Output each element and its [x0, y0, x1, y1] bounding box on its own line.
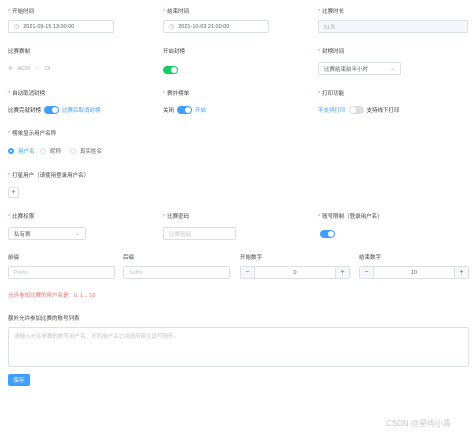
rank-list-label: * 赛外榜单 — [163, 91, 190, 97]
open-board-label: 开启封榜 — [163, 49, 186, 55]
print-toggle[interactable] — [348, 106, 364, 114]
add-star-user-button[interactable]: + — [8, 187, 19, 198]
extra-accounts-label: 额外允许参加比赛的账号列表 — [8, 316, 80, 322]
open-board-toggle[interactable] — [163, 66, 178, 74]
auth-label: * 比赛权限 — [8, 214, 35, 220]
end-num-label: 结束数字 — [359, 255, 382, 261]
radio-nickname[interactable]: 昵称 — [40, 147, 61, 155]
auto-release-label: * 自动取消封榜 — [8, 91, 46, 97]
save-button[interactable]: 保存 — [8, 374, 30, 386]
radio-realname[interactable]: 真实姓名 — [70, 147, 102, 155]
print-label: * 打印功能 — [318, 91, 345, 97]
start-time-label: * 开始时间 — [8, 9, 35, 15]
display-name-label: * 榜单显示用户名称 — [8, 131, 57, 137]
board-time-select[interactable]: 比赛结束前半小时 ⌄ — [318, 62, 401, 75]
end-time-input[interactable]: ◷ 2021-10-03 21:00:00 — [163, 20, 269, 33]
print-switch[interactable]: 不支持打印 支持线下打印 — [318, 106, 400, 114]
auto-release-toggle[interactable] — [44, 106, 60, 114]
board-time-label: * 封榜时间 — [318, 49, 345, 55]
allowed-users-hint: 允许参加比赛的用户名是：0, 1... 10 — [8, 293, 96, 299]
decrement-button[interactable]: − — [241, 267, 255, 278]
password-label: * 比赛密码 — [163, 214, 190, 220]
password-input[interactable]: 比赛密码 — [163, 227, 236, 240]
clock-icon: ◷ — [14, 24, 20, 30]
heart-icon: ♡ — [34, 66, 40, 72]
prefix-label: 前缀 — [8, 255, 20, 261]
start-num-stepper[interactable]: − 0 + — [240, 266, 350, 279]
auto-release-switch[interactable]: 比赛完就封榜 比赛后取消封榜 — [8, 106, 101, 114]
rank-list-switch[interactable]: 关闭 开启 — [163, 106, 206, 114]
radio-username[interactable]: 用户名 — [8, 147, 35, 155]
account-limit-label: * 账号限制（登录用户名） — [318, 214, 383, 220]
clock-icon: ◷ — [169, 24, 175, 30]
auth-select[interactable]: 私有赛 ⌄ — [8, 227, 86, 240]
account-limit-toggle[interactable] — [320, 230, 335, 238]
star-icon: ✲ — [8, 66, 13, 72]
contest-type-label: 比赛赛制 — [8, 49, 31, 55]
star-users-label: * 打星用户（请使用登录用户名） — [8, 173, 90, 179]
chevron-down-icon: ⌄ — [389, 66, 395, 72]
start-num-label: 开始数字 — [240, 255, 263, 261]
watermark: CSDN @星屿小青 — [386, 419, 452, 428]
end-num-stepper[interactable]: − 10 + — [359, 266, 469, 279]
decrement-button[interactable]: − — [360, 267, 374, 278]
increment-button[interactable]: + — [454, 267, 468, 278]
chevron-down-icon: ⌄ — [74, 231, 80, 237]
duration-field: 51天 — [318, 20, 468, 33]
suffix-input[interactable]: Suffix — [123, 266, 230, 279]
extra-accounts-textarea[interactable]: 请输入允许参赛的账号用户名，不同用户名之间请用英文逗号隔开。 — [8, 327, 469, 367]
start-time-input[interactable]: ◷ 2021-09-15 13:00:00 — [8, 20, 114, 33]
end-time-label: * 结束时间 — [163, 9, 190, 15]
increment-button[interactable]: + — [335, 267, 349, 278]
prefix-input[interactable]: Prefix — [8, 266, 115, 279]
contest-type-options[interactable]: ✲ ACM ♡ OI — [8, 66, 51, 72]
duration-label: * 比赛时长 — [318, 9, 345, 15]
suffix-label: 后缀 — [123, 255, 135, 261]
rank-list-toggle[interactable] — [177, 106, 193, 114]
